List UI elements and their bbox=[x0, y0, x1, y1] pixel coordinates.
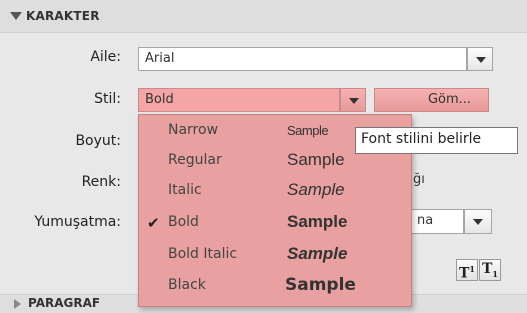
chevron-down-icon bbox=[476, 57, 486, 63]
font-family-field[interactable]: Arial bbox=[138, 47, 467, 71]
superscript-button[interactable]: T1 bbox=[456, 259, 478, 282]
smoothing-label: Yumuşatma: bbox=[34, 214, 121, 230]
section-title: KARAKTER bbox=[26, 9, 100, 23]
style-option-name: Narrow bbox=[168, 122, 219, 138]
style-option-name: Bold Italic bbox=[168, 246, 238, 262]
subscript-button[interactable]: T1 bbox=[479, 259, 501, 281]
size-label: Boyut: bbox=[75, 133, 121, 149]
font-style-tooltip: Font stilini belirle bbox=[355, 127, 518, 154]
chevron-down-icon bbox=[473, 219, 483, 225]
smoothing-dropdown-button[interactable] bbox=[464, 209, 492, 234]
style-option-bold[interactable]: ✔ Bold Sample bbox=[139, 210, 411, 239]
style-label: Stil: bbox=[94, 91, 121, 107]
style-option-italic[interactable]: Italic Sample bbox=[139, 178, 411, 207]
chevron-down-icon bbox=[349, 98, 359, 104]
karakter-section-header[interactable]: KARAKTER bbox=[0, 0, 527, 33]
style-option-name: Black bbox=[168, 277, 206, 293]
style-option-name: Regular bbox=[168, 152, 222, 168]
style-sample: Sample bbox=[287, 212, 348, 231]
embed-button-label: Göm... bbox=[427, 92, 472, 107]
style-option-name: Bold bbox=[168, 214, 199, 230]
family-label: Aile: bbox=[90, 49, 121, 65]
color-label: Renk: bbox=[81, 174, 121, 190]
smoothing-field[interactable]: na bbox=[411, 209, 464, 234]
color-partial-text: ğı bbox=[413, 172, 425, 187]
style-sample: Sample bbox=[287, 150, 345, 169]
style-sample: Sample bbox=[285, 275, 356, 295]
style-sample: Sample bbox=[287, 180, 345, 199]
style-option-black[interactable]: Black Sample bbox=[139, 273, 411, 302]
embed-button[interactable]: Göm... bbox=[374, 88, 489, 112]
style-option-bold-italic[interactable]: Bold Italic Sample bbox=[139, 242, 411, 271]
style-sample: Sample bbox=[287, 123, 329, 138]
style-sample: Sample bbox=[287, 244, 348, 263]
collapse-triangle-icon bbox=[10, 12, 22, 20]
section-title: PARAGRAF bbox=[28, 296, 101, 310]
font-style-dropdown-button[interactable] bbox=[340, 88, 366, 112]
expand-triangle-icon bbox=[14, 299, 21, 309]
checkmark-icon: ✔ bbox=[147, 214, 160, 232]
style-option-name: Italic bbox=[168, 182, 202, 198]
font-style-field[interactable]: Bold bbox=[138, 88, 340, 112]
font-family-dropdown-button[interactable] bbox=[467, 47, 493, 71]
